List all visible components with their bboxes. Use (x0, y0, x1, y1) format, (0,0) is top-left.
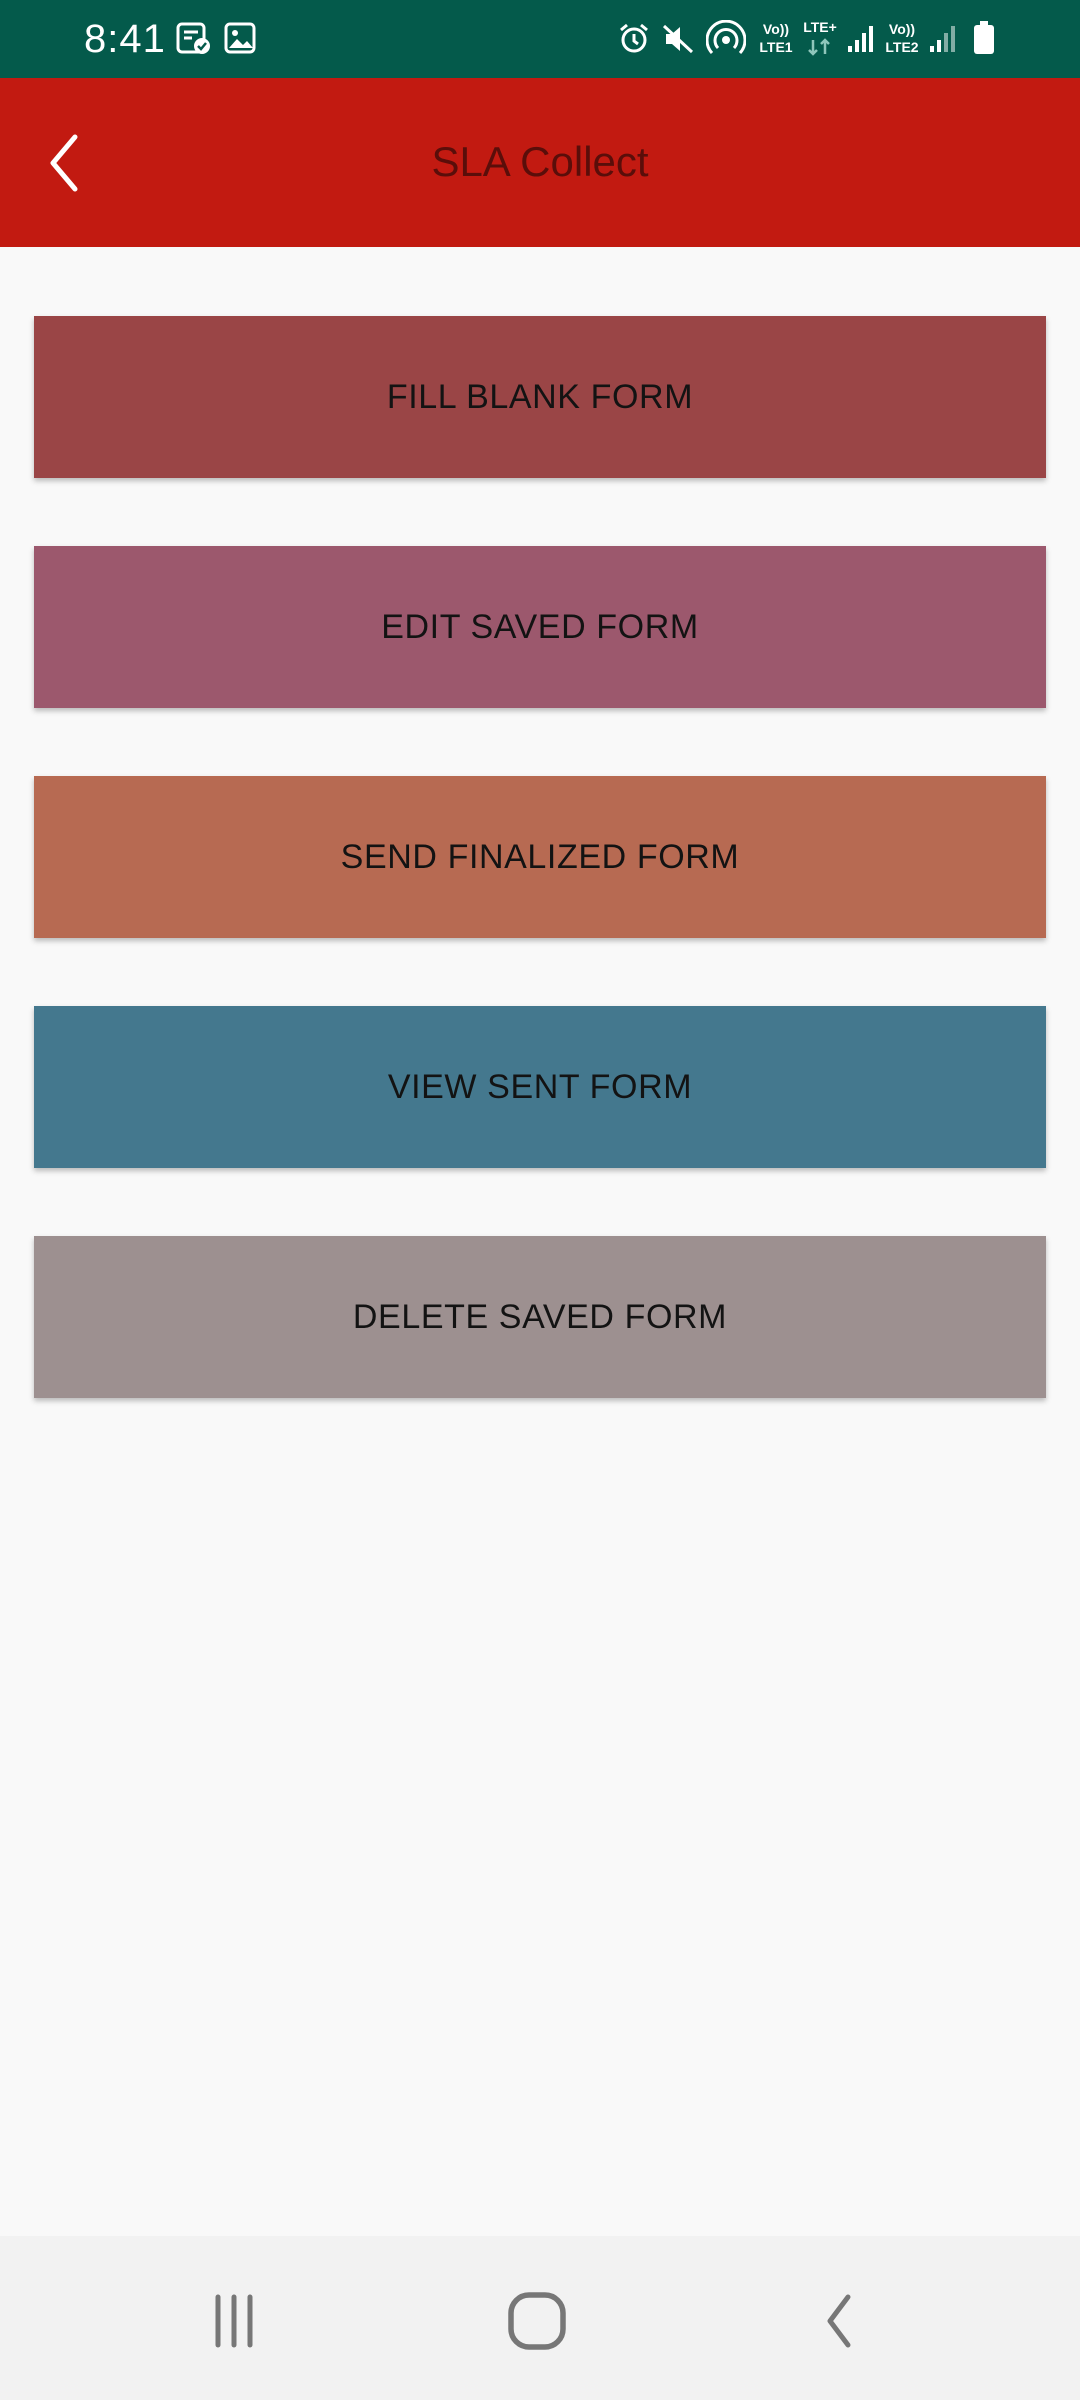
notes-check-icon (176, 22, 210, 54)
sim1-lte-label: LTE1 (759, 39, 793, 55)
send-finalized-form-button[interactable]: SEND FINALIZED FORM (34, 776, 1046, 938)
battery-icon (974, 21, 994, 54)
edit-saved-form-label: EDIT SAVED FORM (381, 607, 699, 646)
image-icon (224, 22, 256, 54)
home-icon (508, 2292, 566, 2350)
edit-saved-form-button[interactable]: EDIT SAVED FORM (34, 546, 1046, 708)
view-sent-form-label: VIEW SENT FORM (387, 1067, 693, 1106)
page-title: SLA Collect (431, 138, 649, 185)
signal-2-icon (930, 26, 955, 52)
status-time: 8:41 (84, 17, 166, 61)
back-icon (827, 2294, 851, 2348)
system-nav-bar (0, 2236, 1080, 2400)
status-bar: 8:41 Vo)) LTE1 LTE+ Vo)) LTE2 (0, 0, 1080, 78)
home-button[interactable] (477, 2276, 597, 2366)
fill-blank-form-button[interactable]: FILL BLANK FORM (34, 316, 1046, 478)
view-sent-form-button[interactable]: VIEW SENT FORM (34, 1006, 1046, 1168)
alarm-icon (620, 23, 648, 53)
recent-apps-icon (215, 2294, 253, 2348)
recent-apps-button[interactable] (174, 2276, 294, 2366)
sim2-lte-label: LTE2 (885, 39, 919, 55)
fill-blank-form-label: FILL BLANK FORM (386, 377, 694, 416)
system-back-button[interactable] (780, 2276, 900, 2366)
signal-1-icon (848, 26, 873, 52)
data-arrows-icon (808, 38, 830, 56)
hotspot-icon (706, 20, 746, 55)
delete-saved-form-button[interactable]: DELETE SAVED FORM (34, 1236, 1046, 1398)
mute-icon (662, 24, 694, 54)
send-finalized-form-label: SEND FINALIZED FORM (340, 837, 740, 876)
sim1-volte-label: Vo)) (762, 21, 790, 37)
app-bar: SLA Collect (0, 78, 1080, 247)
delete-saved-form-label: DELETE SAVED FORM (352, 1297, 728, 1336)
sim2-volte-label: Vo)) (888, 21, 916, 37)
lte-plus-label: LTE+ (803, 19, 837, 35)
